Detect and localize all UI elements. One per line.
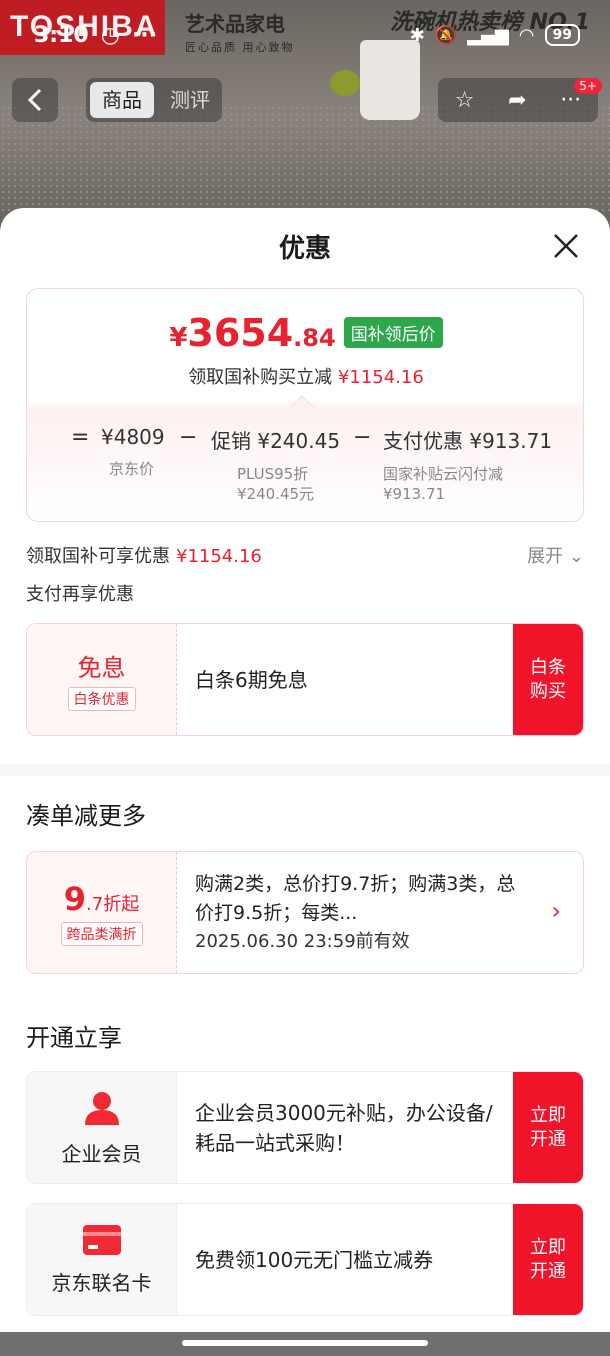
baitiao-title: 免息: [77, 654, 126, 682]
baitiao-tag: 白条优惠: [67, 687, 136, 711]
combo-section-title: 凑单减更多: [26, 802, 146, 830]
tab-review[interactable]: 测评: [158, 78, 222, 122]
nav-tabs: 商品 测评: [86, 78, 222, 122]
bluetooth-icon: ✱: [409, 24, 425, 46]
signal-icon: ▂▄▆: [467, 24, 509, 46]
back-button[interactable]: [12, 78, 58, 122]
mute-icon: 🔕: [434, 24, 458, 46]
combo-desc: 购满2类，总价打9.7折；购满3类，总价打9.5折；每类...: [195, 872, 516, 924]
message-badge: 5+: [574, 78, 602, 94]
discount-big: 9: [63, 879, 87, 918]
clock-icon: ◷: [100, 22, 120, 48]
sheet-title: 优惠: [278, 234, 331, 264]
chevron-right-icon[interactable]: ›: [551, 896, 561, 926]
combo-expiry: 2025.06.30 23:59前有效: [195, 930, 410, 952]
yen-symbol: ¥: [169, 323, 188, 353]
home-bar: [0, 1332, 610, 1356]
star-icon[interactable]: ☆: [455, 88, 475, 113]
pay-sub: 国家补贴云闪付减 ¥913.71: [383, 464, 552, 504]
combo-left: 9.7折起 跨品类满折: [27, 852, 177, 973]
battery-indicator: 99: [544, 24, 580, 46]
sub-text: 领取国补购买立减: [188, 367, 333, 388]
baitiao-desc: 白条6期免息: [195, 667, 308, 692]
baitiao-buy-label: 白条 购买: [530, 656, 566, 702]
minus-op-1: −: [179, 425, 198, 450]
baitiao-card[interactable]: 免息 白条优惠 白条6期免息 白条 购买: [26, 623, 584, 736]
summary-amount: ¥1154.16: [176, 546, 262, 567]
enterprise-member-card[interactable]: 企业会员 企业会员3000元补贴，办公设备/耗品一站式采购！ 立即 开通: [26, 1071, 584, 1184]
breakdown-jd-price: ¥4809 京东价: [101, 425, 165, 479]
price-card: ¥3654.84 国补领后价 领取国补购买立减 ¥1154.16 = ¥4809…: [26, 288, 584, 522]
share-icon[interactable]: ➦: [508, 88, 526, 113]
expand-button[interactable]: 展开 ⌄: [527, 542, 584, 568]
chevron-left-icon: [27, 88, 42, 112]
promo-sub-2: ¥240.45元: [237, 485, 315, 503]
tab-product[interactable]: 商品: [90, 82, 154, 118]
price-dec: .84: [293, 324, 336, 352]
status-bar: 3:10 ◷ ··· ✱ 🔕 ▂▄▆ ◠ 99: [0, 12, 610, 58]
baitiao-buy-button[interactable]: 白条 购买: [513, 624, 583, 735]
enterprise-open-button[interactable]: 立即 开通: [513, 1072, 583, 1183]
jd-card-card[interactable]: 京东联名卡 免费领100元无门槛立减券 立即 开通: [26, 1203, 584, 1316]
jd-card-left: 京东联名卡: [27, 1204, 177, 1315]
subsidy-price-tag: 国补领后价: [343, 317, 443, 348]
section-divider: [0, 764, 610, 776]
subsidy-summary: 领取国补可享优惠 ¥1154.16: [26, 542, 584, 568]
sub-amount: ¥1154.16: [337, 367, 424, 388]
jd-card-open-label: 立即 开通: [530, 1236, 566, 1282]
breakdown-promo: 促销 ¥240.45 PLUS95折 ¥240.45元: [211, 425, 340, 504]
price-int: 3654: [187, 311, 294, 355]
jd-card-desc: 免费领100元无门槛立减券: [195, 1247, 434, 1272]
breakdown-pay: 支付优惠 ¥913.71 国家补贴云闪付减 ¥913.71: [383, 425, 552, 504]
chevron-down-icon: ⌄: [568, 546, 584, 567]
promo-sub-1: PLUS95折: [237, 465, 309, 483]
discount-sheet: 优惠 ¥3654.84 国补领后价 领取国补购买立减 ¥1154.16 = ¥4…: [0, 208, 610, 1332]
discount-small: .7折起: [86, 893, 140, 915]
pay-value: 支付优惠 ¥913.71: [383, 429, 553, 453]
status-time: 3:10: [34, 22, 89, 48]
price-value: ¥3654.84: [169, 311, 335, 355]
combo-desc-block: 购满2类，总价打9.7折；购满3类，总价打9.5折；每类... 2025.06.…: [177, 852, 583, 973]
nav-actions: ☆ ➦ ··· 5+: [438, 78, 602, 122]
baitiao-left: 免息 白条优惠: [27, 624, 177, 735]
open-section-title: 开通立享: [26, 1024, 122, 1052]
combo-card[interactable]: 9.7折起 跨品类满折 购满2类，总价打9.7折；购满3类，总价打9.5折；每类…: [26, 851, 584, 974]
pay-sub-1: 国家补贴云闪付减: [383, 465, 504, 483]
promo-sub: PLUS95折 ¥240.45元: [211, 464, 340, 504]
enterprise-label: 企业会员: [61, 1142, 142, 1166]
pay-sub-2: ¥913.71: [383, 485, 446, 503]
home-indicator[interactable]: [182, 1340, 428, 1346]
credit-card-icon: [82, 1225, 121, 1255]
enterprise-open-label: 立即 开通: [530, 1104, 566, 1150]
close-icon: [554, 234, 578, 258]
combo-tag: 跨品类满折: [60, 921, 143, 946]
expand-label: 展开: [527, 546, 564, 567]
equals-op: =: [71, 425, 90, 450]
user-icon: [84, 1092, 119, 1125]
final-price: ¥3654.84 国补领后价: [27, 311, 583, 355]
jd-price-label: 京东价: [109, 460, 155, 478]
wifi-icon: ◠: [518, 24, 535, 46]
pay-extra-label: 支付再享优惠: [26, 584, 134, 605]
enterprise-desc: 企业会员3000元补贴，办公设备/耗品一站式采购！: [195, 1100, 493, 1155]
combo-discount: 9.7折起: [64, 880, 139, 918]
more-dots-icon: ···: [131, 22, 158, 48]
enterprise-left: 企业会员: [27, 1072, 177, 1183]
nav-bar: 商品 测评 ☆ ➦ ··· 5+: [12, 78, 602, 122]
promo-value: 促销 ¥240.45: [211, 429, 341, 453]
minus-op-2: −: [353, 425, 372, 450]
price-notch: [289, 395, 315, 421]
close-button[interactable]: [546, 226, 586, 266]
price-sub-text: 领取国补购买立减 ¥1154.16: [27, 363, 583, 389]
jd-card-label: 京东联名卡: [51, 1271, 152, 1295]
summary-label: 领取国补可享优惠: [26, 546, 170, 567]
jd-price-value: ¥4809: [101, 425, 165, 449]
jd-card-open-button[interactable]: 立即 开通: [513, 1204, 583, 1315]
